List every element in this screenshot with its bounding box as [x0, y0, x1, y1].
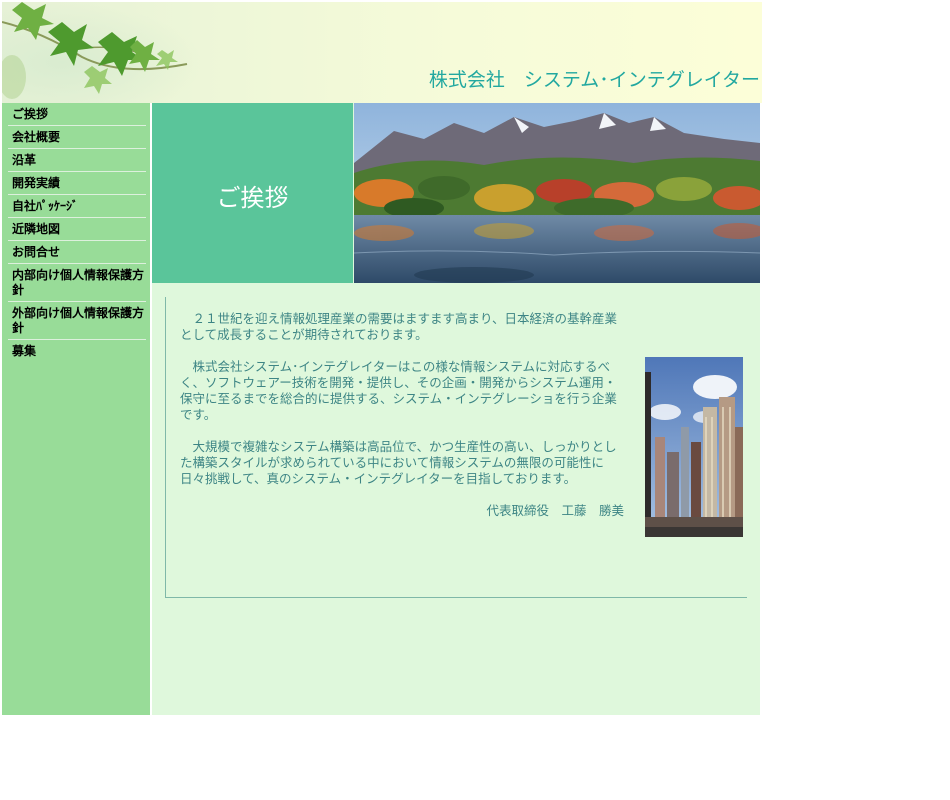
signature: 代表取締役 工藤 勝美: [486, 503, 624, 518]
sidebar-item-greeting[interactable]: ご挨拶: [8, 103, 146, 126]
header-banner: 株式会社 システム･インテグレイター: [2, 2, 762, 103]
sidebar-item-development-record[interactable]: 開発実績: [8, 172, 146, 195]
sidebar-item-recruitment[interactable]: 募集: [8, 340, 146, 362]
greeting-paragraph: 株式会社システム･インテグレイターはこの様な情報システムに対応するべく、ソフトウ…: [180, 359, 617, 422]
sidebar-item-history[interactable]: 沿革: [8, 149, 146, 172]
sidebar-item-internal-privacy-policy[interactable]: 内部向け個人情報保護方針: [8, 264, 146, 302]
page-title: ご挨拶: [216, 184, 289, 212]
greeting-content: ２１世紀を迎え情報処理産業の需要はますます高まり、日本経済の基幹産業として成長す…: [165, 297, 747, 598]
ivy-leaves-image: [2, 2, 202, 103]
city-skyline-photo: [645, 357, 743, 537]
main-content: ご挨拶 ２１世紀を迎え情報処理産業の需要はますます高まり、日本経済の基幹産業とし…: [152, 103, 760, 715]
title-block: ご挨拶: [152, 103, 353, 283]
greeting-paragraph: 大規模で複雑なシステム構築は高品位で、かつ生産性の高い、しっかりとした構築スタイ…: [180, 439, 617, 486]
company-name: 株式会社 システム･インテグレイター: [428, 69, 760, 91]
sidebar-item-external-privacy-policy[interactable]: 外部向け個人情報保護方針: [8, 302, 146, 340]
mountain-lake-photo: [354, 103, 760, 283]
sidebar-item-map[interactable]: 近隣地図: [8, 218, 146, 241]
greeting-text: ２１世紀を迎え情報処理産業の需要はますます高まり、日本経済の基幹産業として成長す…: [180, 311, 624, 519]
greeting-paragraph: ２１世紀を迎え情報処理産業の需要はますます高まり、日本経済の基幹産業として成長す…: [180, 311, 618, 342]
sidebar-item-contact[interactable]: お問合せ: [8, 241, 146, 264]
sidebar-nav: ご挨拶 会社概要 沿革 開発実績 自社ﾊﾟｯｹｰｼﾞ 近隣地図 お問合せ 内部向…: [2, 103, 150, 715]
sidebar-item-company-profile[interactable]: 会社概要: [8, 126, 146, 149]
sidebar-item-own-package[interactable]: 自社ﾊﾟｯｹｰｼﾞ: [8, 195, 146, 218]
page: 株式会社 システム･インテグレイター ご挨拶 会社概要 沿革 開発実績 自社ﾊﾟ…: [2, 2, 762, 715]
